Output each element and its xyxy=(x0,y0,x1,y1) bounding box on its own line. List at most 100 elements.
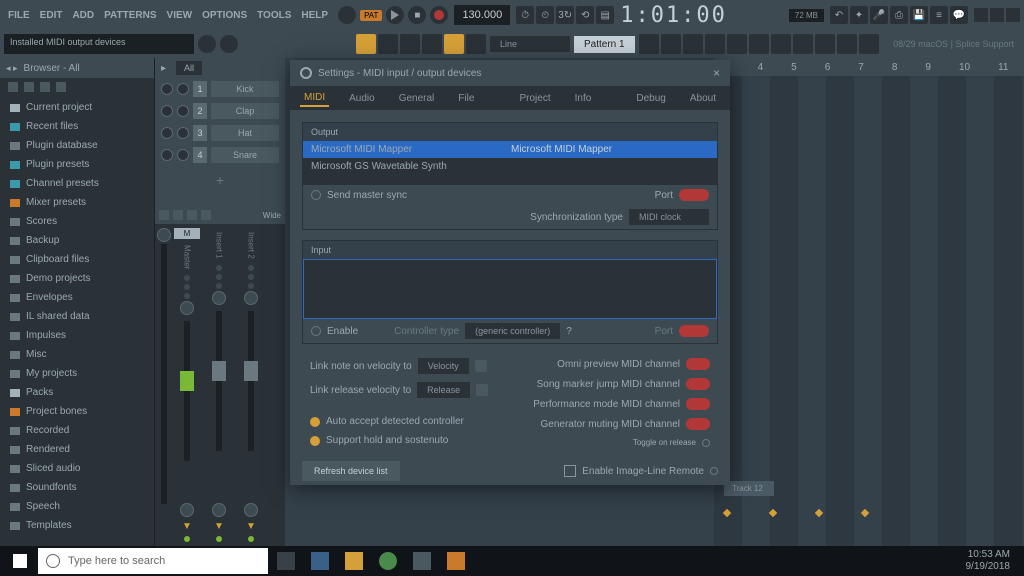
vol-knob[interactable] xyxy=(177,105,189,117)
channel-name[interactable]: Kick xyxy=(211,81,279,97)
browser-item[interactable]: Recorded xyxy=(0,421,154,440)
pan-knob[interactable] xyxy=(161,105,173,117)
marker-icon[interactable] xyxy=(861,509,869,517)
browser-item[interactable]: Backup xyxy=(0,231,154,250)
browser-item[interactable]: Packs xyxy=(0,383,154,402)
menu-patterns[interactable]: PATTERNS xyxy=(100,8,160,23)
channel-number[interactable]: 1 xyxy=(193,81,207,97)
news-panel[interactable]: 08/29 macOS | Splice Support xyxy=(887,39,1020,49)
channel-name[interactable]: Snare xyxy=(211,147,279,163)
browser-item[interactable]: Current project xyxy=(0,98,154,117)
t11-icon[interactable] xyxy=(859,34,879,54)
filter1-icon[interactable] xyxy=(8,82,18,92)
pattern-selector[interactable]: Pattern 1 xyxy=(574,36,635,53)
menu-edit[interactable]: EDIT xyxy=(36,8,67,23)
pat-song-toggle[interactable]: PAT xyxy=(360,10,382,21)
metronome-icon[interactable]: ⏱ xyxy=(516,6,534,24)
taskbar-clock[interactable]: 10:53 AM 9/19/2018 xyxy=(956,549,1021,573)
pan-knob[interactable] xyxy=(161,127,173,139)
menu-view[interactable]: VIEW xyxy=(163,8,197,23)
close-icon[interactable] xyxy=(1006,8,1020,22)
browser-item[interactable]: Speech xyxy=(0,497,154,516)
tab-project[interactable]: Project xyxy=(515,91,554,106)
view-mixer-icon[interactable] xyxy=(422,34,442,54)
pan-knob[interactable] xyxy=(161,149,173,161)
output-device-list[interactable]: Microsoft MIDI MapperMicrosoft MIDI Mapp… xyxy=(303,141,717,185)
loop-icon[interactable]: ⟲ xyxy=(576,6,594,24)
browser-header[interactable]: ◂ ▸ Browser - All xyxy=(0,58,154,78)
playlist-ruler[interactable]: 34567891011 xyxy=(714,58,1024,76)
support-hold-radio[interactable] xyxy=(310,436,320,446)
mix-i3-icon[interactable] xyxy=(187,210,197,220)
task-view-icon[interactable] xyxy=(270,548,302,574)
stop-button[interactable]: ■ xyxy=(408,6,426,24)
menu-add[interactable]: ADD xyxy=(68,8,98,23)
tab-debug[interactable]: Debug xyxy=(632,91,669,106)
view-browser-icon[interactable] xyxy=(444,34,464,54)
t5-icon[interactable] xyxy=(727,34,747,54)
tab-file[interactable]: File xyxy=(454,91,478,106)
browser-item[interactable]: Demo projects xyxy=(0,269,154,288)
toggle-release-radio[interactable] xyxy=(702,439,710,447)
channel-row[interactable]: 3Hat xyxy=(155,122,285,144)
controller-type-dropdown[interactable]: (generic controller) xyxy=(465,323,560,339)
sync-type-dropdown[interactable]: MIDI clock xyxy=(629,209,709,225)
velocity-dropdown[interactable]: Velocity xyxy=(418,358,469,374)
channel-row[interactable]: 1Kick xyxy=(155,78,285,100)
tab-midi[interactable]: MIDI xyxy=(300,90,329,107)
enable-remote-radio[interactable] xyxy=(710,467,718,475)
mixer-view-mode[interactable]: Wide xyxy=(263,211,281,220)
marker-icon[interactable] xyxy=(769,509,777,517)
enable-input-radio[interactable] xyxy=(311,326,321,336)
mic-icon[interactable]: 🎤 xyxy=(870,6,888,24)
t1-icon[interactable] xyxy=(639,34,659,54)
close-icon[interactable]: × xyxy=(713,66,720,80)
t6-icon[interactable] xyxy=(749,34,769,54)
browser-item[interactable]: Recent files xyxy=(0,117,154,136)
t4-icon[interactable] xyxy=(705,34,725,54)
filter2-icon[interactable] xyxy=(24,82,34,92)
master-fader[interactable] xyxy=(184,321,190,461)
vol-knob[interactable] xyxy=(177,83,189,95)
channel-number[interactable]: 4 xyxy=(193,147,207,163)
browser-item[interactable]: Project bones xyxy=(0,402,154,421)
tab-info[interactable]: Info xyxy=(571,91,596,106)
knob2-icon[interactable] xyxy=(220,35,238,53)
browser-item[interactable]: Envelopes xyxy=(0,288,154,307)
t7-icon[interactable] xyxy=(771,34,791,54)
release-dropdown[interactable]: Release xyxy=(417,382,470,398)
input-port-field[interactable] xyxy=(679,325,709,337)
output-device-row[interactable]: Microsoft MIDI MapperMicrosoft MIDI Mapp… xyxy=(303,141,717,158)
marker-icon[interactable] xyxy=(815,509,823,517)
input-device-list[interactable] xyxy=(303,259,717,319)
settings-titlebar[interactable]: Settings - MIDI input / output devices × xyxy=(290,60,730,86)
countdown-icon[interactable]: ⏲ xyxy=(536,6,554,24)
knob-icon[interactable] xyxy=(180,503,194,517)
browser-item[interactable]: Mixer presets xyxy=(0,193,154,212)
tab-about[interactable]: About xyxy=(686,91,720,106)
knob-icon[interactable] xyxy=(198,35,216,53)
mix-i1-icon[interactable] xyxy=(159,210,169,220)
omni-channel-field[interactable] xyxy=(686,358,710,370)
mixer-scrollbar[interactable] xyxy=(157,226,171,544)
wait-icon[interactable]: 3↻ xyxy=(556,6,574,24)
browser-item[interactable]: Plugin presets xyxy=(0,155,154,174)
tempo-display[interactable]: 130.000 xyxy=(454,5,510,25)
channel-name[interactable]: Hat xyxy=(211,125,279,141)
fader-1[interactable] xyxy=(216,311,222,451)
filter4-icon[interactable] xyxy=(56,82,66,92)
browser-item[interactable]: Plugin database xyxy=(0,136,154,155)
add-channel-button[interactable]: + xyxy=(155,166,285,194)
menu-tools[interactable]: TOOLS xyxy=(253,8,295,23)
browser-item[interactable]: Rendered xyxy=(0,440,154,459)
pan-knob[interactable] xyxy=(180,301,194,315)
pan-knob[interactable] xyxy=(212,291,226,305)
browser-item[interactable]: Misc xyxy=(0,345,154,364)
mix-i2-icon[interactable] xyxy=(173,210,183,220)
playlist-track-label[interactable]: Track 12 xyxy=(724,481,774,496)
pan-knob[interactable] xyxy=(161,83,173,95)
link-icon[interactable] xyxy=(475,360,487,372)
marker-icon[interactable] xyxy=(723,509,731,517)
help-icon[interactable]: 💬 xyxy=(950,6,968,24)
mix-i4-icon[interactable] xyxy=(201,210,211,220)
